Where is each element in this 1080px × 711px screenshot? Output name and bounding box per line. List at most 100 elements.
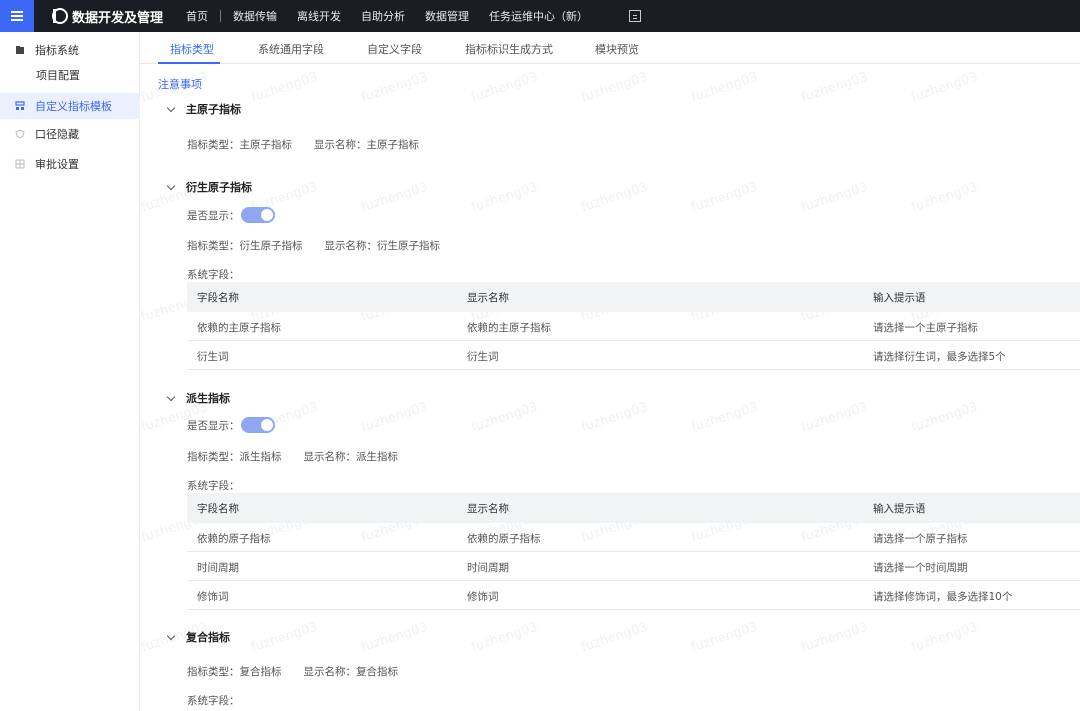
tab-system-fields[interactable]: 系统通用字段 <box>258 41 324 57</box>
watermark-text: fuzheng03 <box>909 69 980 106</box>
watermark-text: fuzheng03 <box>579 399 650 436</box>
watermark-text: fuzheng03 <box>579 179 650 216</box>
sidebar-item-label: 自定义指标模板 <box>35 100 112 113</box>
table-cell: 时间周期 <box>467 562 509 574</box>
folder-icon <box>16 46 24 54</box>
section-header-main-atomic[interactable]: 主原子指标 <box>166 101 241 117</box>
metric-type-text: 指标类型：衍生原子指标 <box>187 240 303 252</box>
watermark-text: fuzheng03 <box>469 619 540 656</box>
column-header: 显示名称 <box>467 503 509 515</box>
nav-divider <box>220 10 221 22</box>
logo-icon <box>52 8 68 24</box>
section-header-derived-atomic[interactable]: 衍生原子指标 <box>166 179 252 195</box>
nav-item-data-management[interactable]: 数据管理 <box>415 8 479 24</box>
system-fields-label: 系统字段： <box>187 695 240 707</box>
watermark-text: fuzheng03 <box>799 179 870 216</box>
watermark-text: fuzheng03 <box>359 69 430 106</box>
watermark-text: fuzheng03 <box>249 619 320 656</box>
table-cell: 衍生词 <box>197 351 229 363</box>
chevron-down-icon <box>166 631 176 640</box>
watermark-text: fuzheng03 <box>249 69 320 106</box>
watermark-text: fuzheng03 <box>909 179 980 216</box>
column-header: 输入提示语 <box>873 292 926 304</box>
table-cell: 依赖的主原子指标 <box>467 322 551 334</box>
column-header: 字段名称 <box>197 503 239 515</box>
tab-id-generation[interactable]: 指标标识生成方式 <box>465 41 553 57</box>
table-cell: 衍生词 <box>467 351 499 363</box>
chevron-down-icon <box>166 103 176 112</box>
menu-icon[interactable] <box>0 0 34 32</box>
system-fields-label: 系统字段： <box>187 480 240 492</box>
nav-item-offline-dev[interactable]: 离线开发 <box>287 8 351 24</box>
table-cell: 请选择一个时间周期 <box>873 562 968 574</box>
watermark-text: fuzheng03 <box>469 69 540 106</box>
table-cell: 修饰词 <box>467 591 499 603</box>
section-title: 衍生原子指标 <box>186 181 252 194</box>
show-label: 是否显示： <box>187 210 240 222</box>
system-fields-table: 字段名称 显示名称 输入提示语 依赖的原子指标 依赖的原子指标 请选择一个原子指… <box>187 493 1080 610</box>
tab-metric-type[interactable]: 指标类型 <box>170 41 214 57</box>
sidebar-item-label: 项目配置 <box>36 69 80 82</box>
display-name-text: 显示名称：派生指标 <box>303 451 399 463</box>
watermark-text: fuzheng03 <box>799 69 870 106</box>
nav-item-home[interactable]: 首页 <box>176 8 218 24</box>
metric-type-text: 指标类型：派生指标 <box>187 451 282 463</box>
watermark-text: fuzheng03 <box>799 399 870 436</box>
sidebar-item-label: 指标系统 <box>35 44 79 57</box>
table-cell: 请选择衍生词，最多选择5个 <box>873 351 1006 363</box>
grid-icon <box>15 159 25 169</box>
nav-item-self-analysis[interactable]: 自助分析 <box>351 8 415 24</box>
metric-type-text: 指标类型：主原子指标 <box>187 139 292 151</box>
column-header: 输入提示语 <box>873 503 926 515</box>
nav-item-task-ops[interactable]: 任务运维中心（新） <box>479 8 598 24</box>
watermark-text: fuzheng03 <box>689 619 760 656</box>
table-row: 修饰词 修饰词 请选择修饰词，最多选择10个 <box>187 581 1080 610</box>
section-title: 复合指标 <box>186 631 230 644</box>
show-label: 是否显示： <box>187 420 240 432</box>
watermark-text: fuzheng03 <box>909 619 980 656</box>
table-row: 依赖的原子指标 依赖的原子指标 请选择一个原子指标 <box>187 523 1080 552</box>
sidebar-item-project-config[interactable]: 项目配置 <box>0 62 140 88</box>
tab-module-preview[interactable]: 模块预览 <box>595 41 639 57</box>
column-header: 字段名称 <box>197 292 239 304</box>
metric-info-line: 指标类型：派生指标 显示名称：派生指标 <box>187 449 398 464</box>
watermark-text: fuzheng03 <box>909 399 980 436</box>
watermark-text: fuzheng03 <box>359 399 430 436</box>
sidebar-item-approval[interactable]: 审批设置 <box>0 151 140 177</box>
section-header-derivative[interactable]: 派生指标 <box>166 390 230 406</box>
metric-info-line: 指标类型：衍生原子指标 显示名称：衍生原子指标 <box>187 238 440 253</box>
table-cell: 依赖的主原子指标 <box>197 322 281 334</box>
app-title: 数据开发及管理 <box>72 11 164 26</box>
section-title: 主原子指标 <box>186 103 241 116</box>
table-cell: 依赖的原子指标 <box>197 533 271 545</box>
table-cell: 请选择一个原子指标 <box>873 533 968 545</box>
metric-info-line: 指标类型：复合指标 显示名称：复合指标 <box>187 664 398 679</box>
show-toggle[interactable] <box>241 207 275 223</box>
nav-item-data-transfer[interactable]: 数据传输 <box>223 8 287 24</box>
sidebar-item-custom-template[interactable]: 自定义指标模板 <box>0 93 140 119</box>
table-row: 衍生词 衍生词 请选择衍生词，最多选择5个 <box>187 341 1080 370</box>
table-header: 字段名称 显示名称 输入提示语 <box>187 282 1080 312</box>
template-icon <box>15 101 25 110</box>
display-name-text: 显示名称：复合指标 <box>303 666 399 678</box>
fullscreen-icon[interactable] <box>629 10 641 22</box>
notice-link[interactable]: 注意事项 <box>158 76 202 92</box>
table-cell: 修饰词 <box>197 591 229 603</box>
tab-custom-fields[interactable]: 自定义字段 <box>367 41 422 57</box>
watermark-text: fuzheng03 <box>689 399 760 436</box>
shield-icon <box>15 129 25 139</box>
chevron-down-icon <box>166 392 176 401</box>
show-toggle[interactable] <box>241 417 275 433</box>
watermark-text: fuzheng03 <box>359 179 430 216</box>
watermark-text: fuzheng03 <box>469 179 540 216</box>
sidebar-item-label: 口径隐藏 <box>35 128 79 141</box>
section-header-composite[interactable]: 复合指标 <box>166 629 230 645</box>
top-nav: 首页 数据传输 离线开发 自助分析 数据管理 任务运维中心（新） <box>176 0 598 32</box>
sidebar: 指标系统 项目配置 自定义指标模板 口径隐藏 审批设置 <box>0 32 140 711</box>
watermark-text: fuzheng03 <box>579 619 650 656</box>
table-header: 字段名称 显示名称 输入提示语 <box>187 493 1080 523</box>
display-name-text: 显示名称：衍生原子指标 <box>324 240 441 252</box>
watermark-text: fuzheng03 <box>799 619 870 656</box>
sidebar-item-caliber-hide[interactable]: 口径隐藏 <box>0 121 140 147</box>
sidebar-item-metric-system[interactable]: 指标系统 <box>0 37 140 63</box>
